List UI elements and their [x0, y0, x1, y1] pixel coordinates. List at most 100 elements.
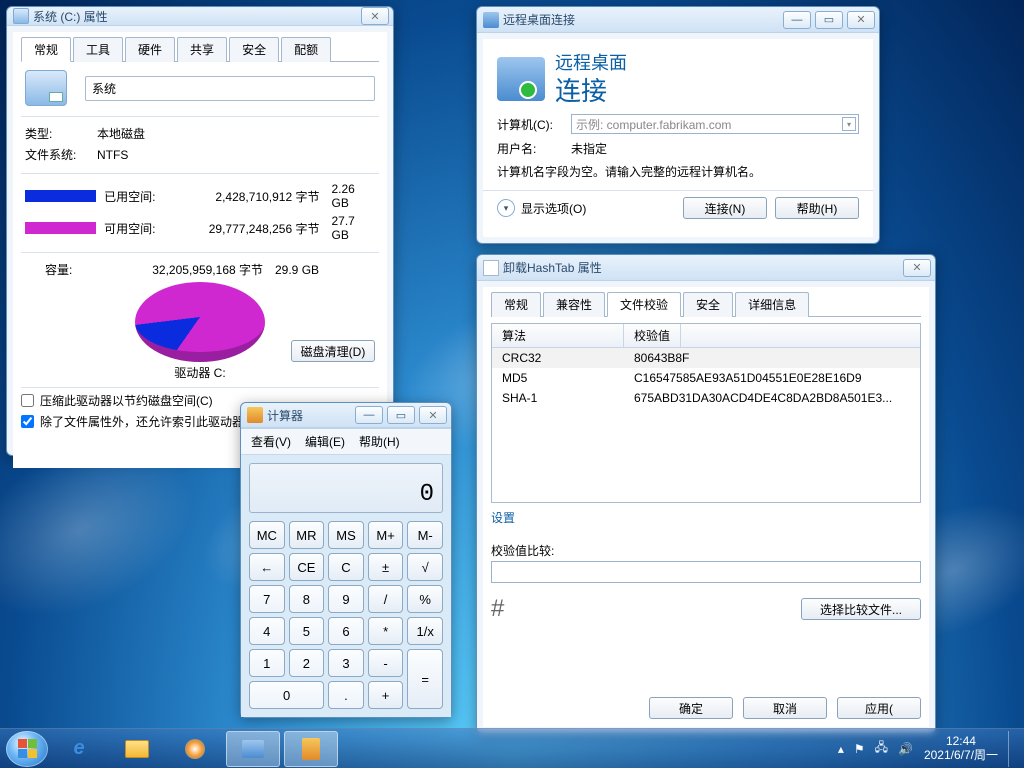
start-button[interactable] — [6, 731, 48, 767]
key-c[interactable]: C — [328, 553, 364, 581]
key-mr[interactable]: MR — [289, 521, 325, 549]
taskbar-media-player[interactable] — [168, 731, 222, 767]
show-options-label[interactable]: 显示选项(O) — [521, 200, 586, 217]
window-title: 计算器 — [267, 407, 351, 424]
show-desktop-button[interactable] — [1008, 731, 1018, 767]
key-9[interactable]: 9 — [328, 585, 364, 613]
hash-row[interactable]: CRC3280643B8F — [492, 348, 920, 368]
close-button[interactable]: ✕ — [419, 406, 447, 424]
volume-label-input[interactable]: 系统 — [85, 76, 375, 101]
drive-caption: 驱动器 C: — [25, 364, 375, 381]
key-mplus[interactable]: M+ — [368, 521, 404, 549]
connect-button[interactable]: 连接(N) — [683, 197, 767, 219]
settings-link[interactable]: 设置 — [491, 509, 921, 526]
maximize-button[interactable]: ▭ — [387, 406, 415, 424]
taskbar-rdp[interactable] — [226, 731, 280, 767]
tray-overflow-icon[interactable]: ▴ — [838, 742, 844, 756]
taskbar-ie[interactable]: e — [52, 731, 106, 767]
close-button[interactable]: ✕ — [361, 7, 389, 25]
tab-tools[interactable]: 工具 — [73, 37, 123, 62]
tab-details[interactable]: 详细信息 — [735, 292, 809, 317]
clock-time: 12:44 — [924, 735, 998, 748]
maximize-button[interactable]: ▭ — [815, 11, 843, 29]
key-add[interactable]: + — [368, 681, 404, 709]
username-value: 未指定 — [571, 140, 607, 157]
key-eq[interactable]: = — [407, 649, 443, 709]
computer-combobox[interactable]: 示例: computer.fabrikam.com ▾ — [571, 114, 859, 134]
col-algorithm[interactable]: 算法 — [492, 324, 624, 347]
titlebar[interactable]: 系统 (C:) 属性 ✕ — [7, 7, 393, 26]
clock[interactable]: 12:44 2021/6/7/周一 — [924, 735, 998, 761]
compress-checkbox[interactable] — [21, 394, 34, 407]
key-mc[interactable]: MC — [249, 521, 285, 549]
key-dot[interactable]: . — [328, 681, 364, 709]
key-mul[interactable]: * — [368, 617, 404, 645]
hash-list[interactable]: 算法 校验值 CRC3280643B8F MD5C16547585AE93A51… — [491, 323, 921, 503]
tab-compat[interactable]: 兼容性 — [543, 292, 605, 317]
titlebar[interactable]: 卸载HashTab 属性 ✕ — [477, 255, 935, 281]
close-button[interactable]: ✕ — [847, 11, 875, 29]
compare-input[interactable] — [491, 561, 921, 583]
tab-hashes[interactable]: 文件校验 — [607, 292, 681, 317]
disk-cleanup-button[interactable]: 磁盘清理(D) — [291, 340, 375, 362]
tab-hardware[interactable]: 硬件 — [125, 37, 175, 62]
key-sub[interactable]: - — [368, 649, 404, 677]
tab-security[interactable]: 安全 — [229, 37, 279, 62]
key-5[interactable]: 5 — [289, 617, 325, 645]
key-inv[interactable]: 1/x — [407, 617, 443, 645]
key-2[interactable]: 2 — [289, 649, 325, 677]
hash-row[interactable]: SHA-1675ABD31DA30ACD4DE4C8DA2BD8A501E3..… — [492, 388, 920, 408]
minimize-button[interactable]: — — [783, 11, 811, 29]
choose-file-button[interactable]: 选择比较文件... — [801, 598, 921, 620]
capacity-label: 容量: — [25, 261, 113, 278]
tab-quota[interactable]: 配额 — [281, 37, 331, 62]
menu-edit[interactable]: 编辑(E) — [301, 431, 349, 452]
titlebar[interactable]: 计算器 — ▭ ✕ — [241, 403, 451, 428]
chevron-down-icon[interactable]: ▾ — [842, 117, 856, 131]
key-mminus[interactable]: M- — [407, 521, 443, 549]
menu-view[interactable]: 查看(V) — [247, 431, 295, 452]
apply-button[interactable]: 应用( — [837, 697, 921, 719]
key-neg[interactable]: ± — [368, 553, 404, 581]
key-ce[interactable]: CE — [289, 553, 325, 581]
col-value[interactable]: 校验值 — [624, 324, 681, 347]
key-8[interactable]: 8 — [289, 585, 325, 613]
tab-general[interactable]: 常规 — [491, 292, 541, 317]
key-ms[interactable]: MS — [328, 521, 364, 549]
key-7[interactable]: 7 — [249, 585, 285, 613]
titlebar[interactable]: 远程桌面连接 — ▭ ✕ — [477, 7, 879, 33]
tab-general[interactable]: 常规 — [21, 37, 71, 62]
help-button[interactable]: 帮助(H) — [775, 197, 859, 219]
ok-button[interactable]: 确定 — [649, 697, 733, 719]
menu-bar: 查看(V) 编辑(E) 帮助(H) — [241, 429, 451, 455]
windows-logo-icon — [18, 739, 37, 758]
options-expander[interactable]: ▾ — [497, 199, 515, 217]
clock-date: 2021/6/7/周一 — [924, 749, 998, 762]
taskbar: e ▴ ⚑ 🖧 🔊 12:44 2021/6/7/周一 — [0, 728, 1024, 768]
tab-sharing[interactable]: 共享 — [177, 37, 227, 62]
cancel-button[interactable]: 取消 — [743, 697, 827, 719]
hash-row[interactable]: MD5C16547585AE93A51D04551E0E28E16D9 — [492, 368, 920, 388]
key-sqrt[interactable]: √ — [407, 553, 443, 581]
drive-properties-window: 系统 (C:) 属性 ✕ 常规 工具 硬件 共享 安全 配额 系统 类型:本地磁… — [6, 6, 394, 456]
taskbar-explorer[interactable] — [110, 731, 164, 767]
key-6[interactable]: 6 — [328, 617, 364, 645]
key-back[interactable]: ← — [249, 553, 285, 581]
taskbar-calculator[interactable] — [284, 731, 338, 767]
key-3[interactable]: 3 — [328, 649, 364, 677]
menu-help[interactable]: 帮助(H) — [355, 431, 404, 452]
key-pct[interactable]: % — [407, 585, 443, 613]
network-icon[interactable]: 🖧 — [875, 738, 888, 759]
tab-security[interactable]: 安全 — [683, 292, 733, 317]
index-checkbox[interactable] — [21, 415, 34, 428]
key-4[interactable]: 4 — [249, 617, 285, 645]
drive-icon — [13, 8, 29, 24]
key-0[interactable]: 0 — [249, 681, 324, 709]
volume-icon[interactable]: 🔊 — [898, 742, 913, 756]
key-1[interactable]: 1 — [249, 649, 285, 677]
rdp-icon — [242, 740, 264, 758]
key-div[interactable]: / — [368, 585, 404, 613]
minimize-button[interactable]: — — [355, 406, 383, 424]
action-center-icon[interactable]: ⚑ — [854, 742, 865, 756]
close-button[interactable]: ✕ — [903, 259, 931, 277]
